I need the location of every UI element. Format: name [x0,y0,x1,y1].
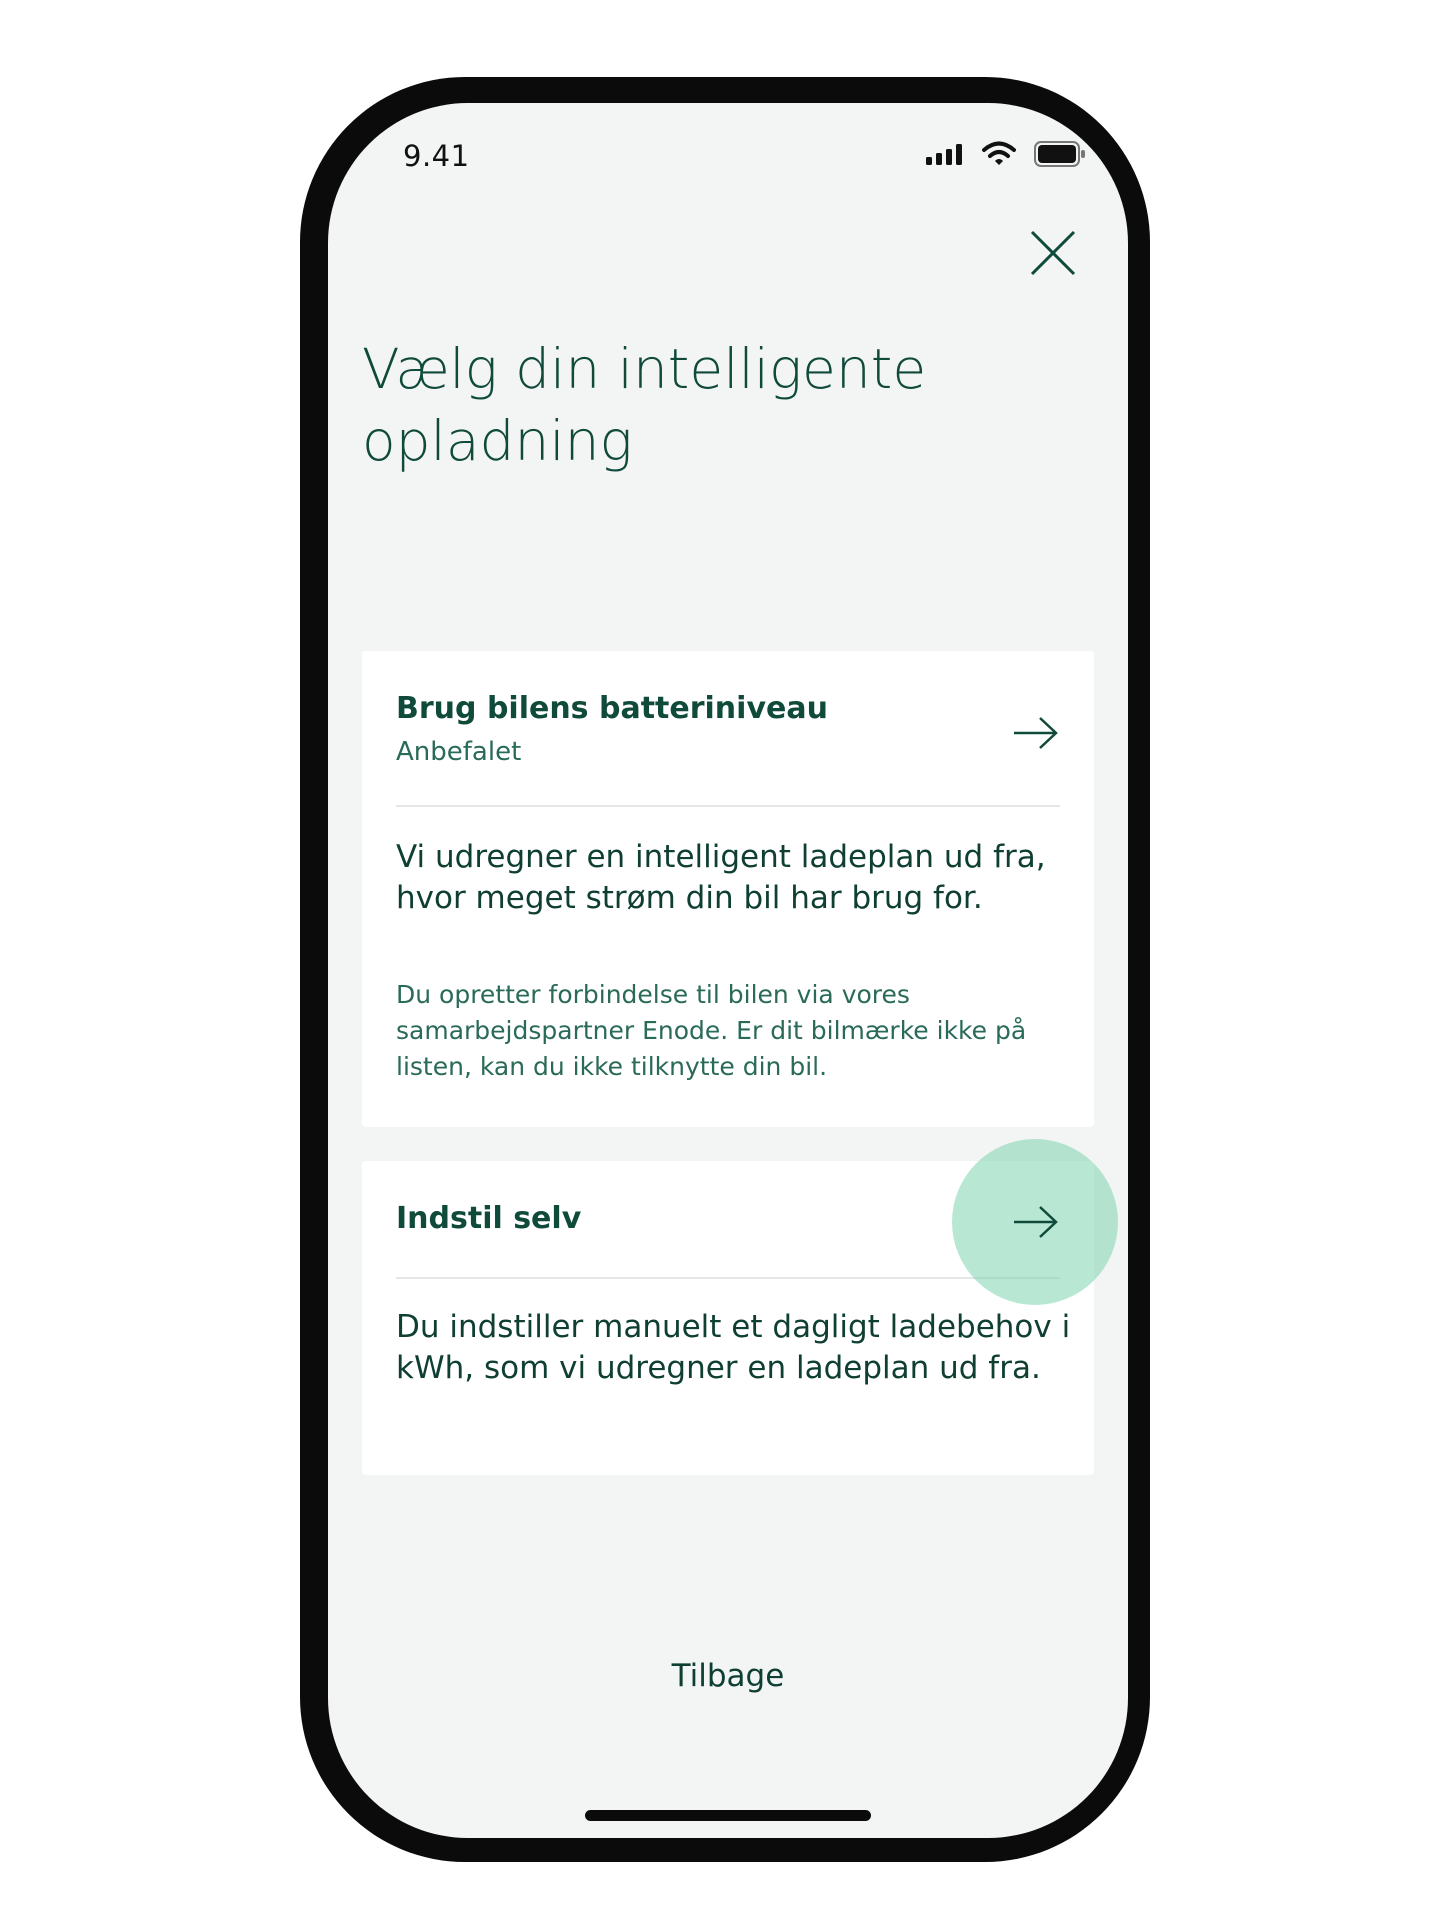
status-time: 9.41 [403,139,470,173]
close-icon [1030,230,1076,276]
app-screen: 9.41 Vælg din intelligente opladning Bru… [328,103,1128,1838]
option-title: Brug bilens batteriniveau [396,691,828,726]
back-button[interactable]: Tilbage [328,1658,1128,1694]
home-indicator[interactable] [585,1810,871,1821]
arrow-right-icon [1014,717,1058,749]
divider [396,805,1060,807]
recommended-badge: Anbefalet [396,737,522,767]
option-note: Du opretter forbindelse til bilen via vo… [396,980,1027,1081]
option-header-battery-level[interactable]: Brug bilens batteriniveau Anbefalet [396,651,1060,801]
option-card-battery-level[interactable]: Brug bilens batteriniveau Anbefalet Vi u… [362,651,1094,1127]
arrow-right-icon [1014,1206,1058,1238]
option-description: Du indstiller manuelt et dagligt ladebeh… [396,1309,1071,1386]
battery-icon [1034,141,1086,171]
next-button[interactable] [1012,713,1060,753]
status-icons [926,141,1086,171]
option-description: Vi udregner en intelligent ladeplan ud f… [396,839,1046,916]
close-button[interactable] [1028,228,1078,278]
divider [396,1277,1060,1279]
page-title: Vælg din intelligente opladning [362,337,927,473]
wifi-icon [982,141,1016,171]
next-button[interactable] [1012,1202,1060,1242]
option-title: Indstil selv [396,1201,582,1236]
cellular-signal-icon [926,143,964,169]
